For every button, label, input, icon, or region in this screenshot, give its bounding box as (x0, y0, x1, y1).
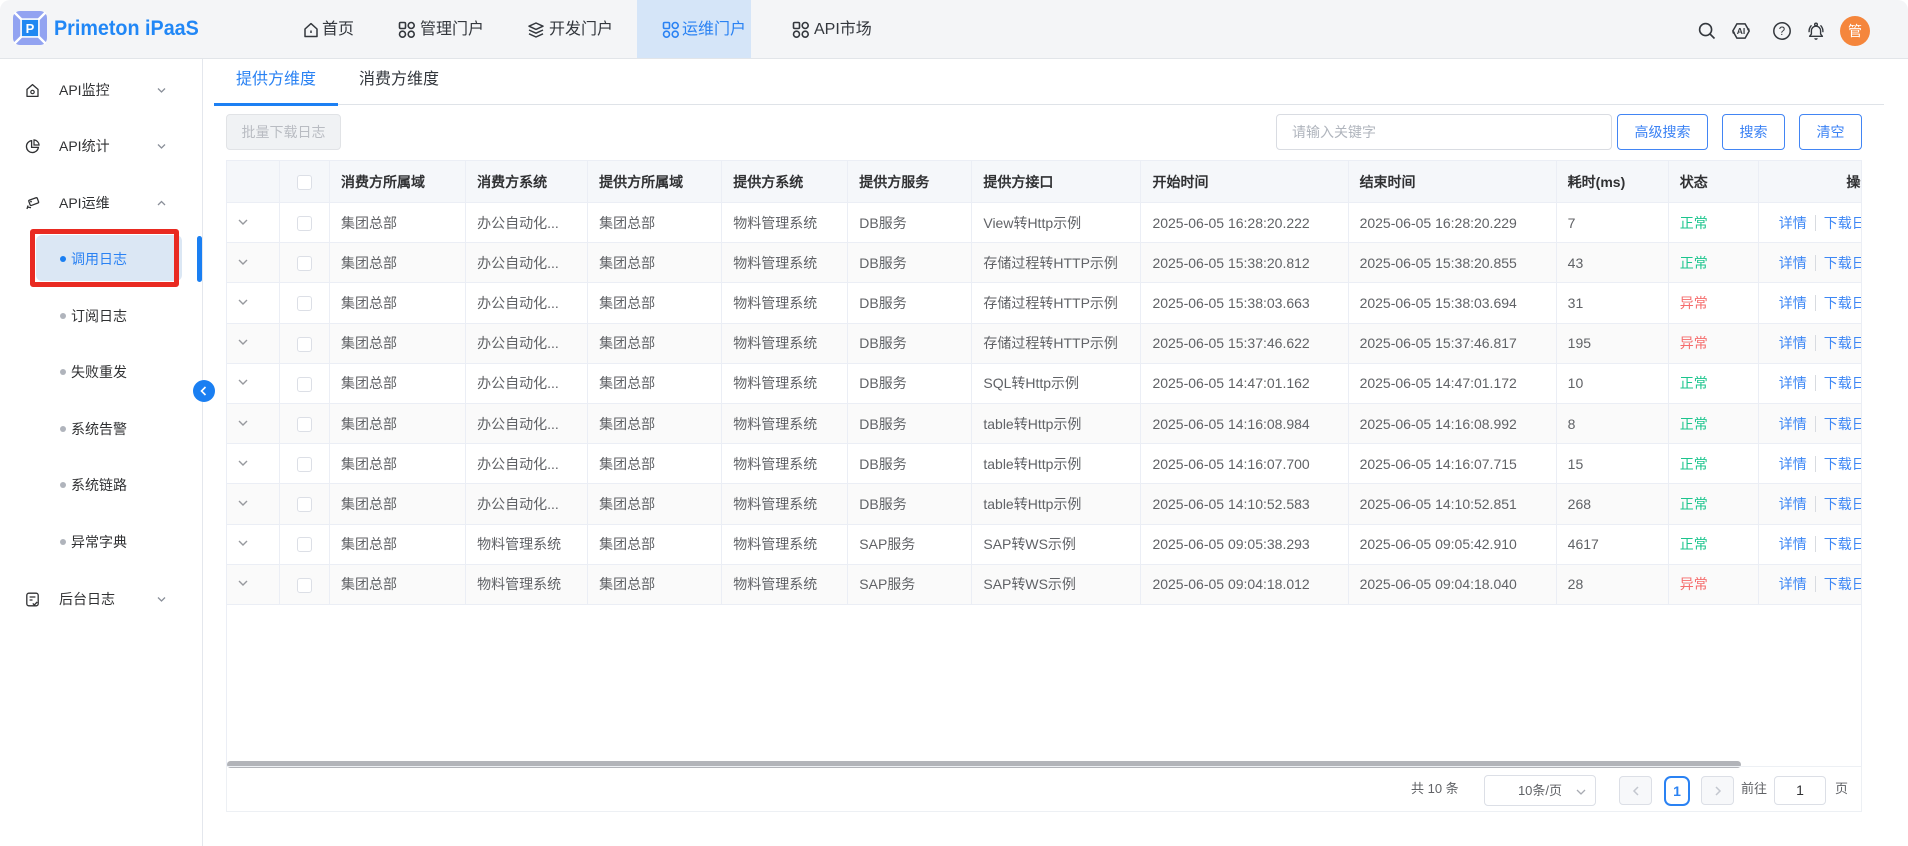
svg-text:?: ? (1779, 26, 1785, 38)
svg-text:AI: AI (1737, 26, 1746, 36)
svg-text:P: P (26, 21, 35, 36)
